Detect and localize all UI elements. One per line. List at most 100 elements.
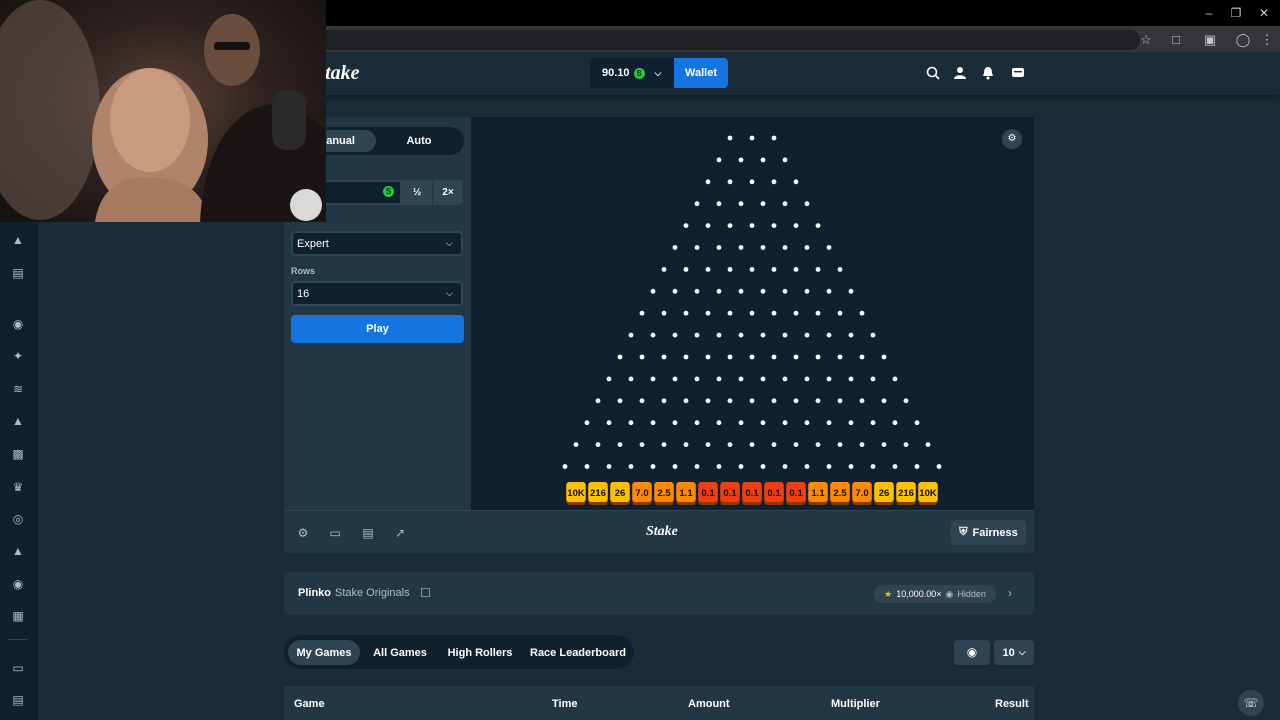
incognito-icon[interactable]: ◉: [954, 640, 990, 665]
risk-select[interactable]: Expert ⌵: [291, 231, 463, 256]
fairness-label: Fairness: [972, 526, 1018, 539]
restore-icon[interactable]: ❐: [1224, 4, 1248, 22]
balance-display[interactable]: 90.10 S ⌵: [590, 58, 674, 88]
chevron-down-icon: ⌵: [446, 288, 453, 298]
peg: [639, 310, 645, 316]
page-size-select[interactable]: 10 ⌵: [994, 640, 1034, 665]
poker-chip-icon[interactable]: ◉: [8, 314, 28, 334]
peg: [705, 310, 711, 316]
address-bar[interactable]: [320, 30, 1140, 50]
peg: [683, 223, 689, 228]
peg: [727, 442, 733, 447]
target-icon[interactable]: ◎: [8, 509, 28, 529]
peg: [749, 442, 755, 447]
slot-icon[interactable]: ▩: [8, 444, 28, 464]
peg: [628, 376, 634, 382]
tab-auto[interactable]: Auto: [378, 130, 460, 152]
crown-icon[interactable]: ♛: [8, 477, 28, 497]
stats-icon[interactable]: ▤: [360, 525, 376, 541]
chat-icon[interactable]: [1008, 63, 1028, 83]
menu-dots-icon[interactable]: ⋮: [1257, 30, 1277, 50]
peg: [727, 179, 733, 185]
peg: [672, 464, 678, 469]
peg: [793, 398, 799, 404]
live-stats-icon[interactable]: ↗: [392, 525, 408, 541]
peg: [837, 354, 843, 360]
chevron-right-icon[interactable]: ›: [1008, 586, 1012, 600]
col-time: Time: [552, 698, 578, 710]
multiplier-slot: 216: [896, 482, 916, 505]
peg: [793, 223, 799, 228]
theatre-mode-icon[interactable]: ▭: [327, 525, 343, 541]
peg: [683, 267, 689, 272]
multiplier-slot: 10K: [918, 482, 938, 505]
close-icon[interactable]: ✕: [1252, 4, 1276, 22]
peg: [936, 464, 942, 469]
star-icon[interactable]: ☆: [1136, 30, 1156, 50]
multiplier-slot: 26: [610, 482, 630, 505]
peg: [837, 442, 843, 447]
support-headset-icon[interactable]: ☏: [1238, 690, 1264, 716]
peg: [617, 398, 623, 404]
user-icon[interactable]: [950, 63, 970, 83]
peg: [870, 376, 876, 382]
peg: [782, 288, 788, 294]
fire-icon[interactable]: ▲: [8, 411, 28, 431]
peg: [749, 267, 755, 272]
peg: [705, 354, 711, 360]
tab-my-games[interactable]: My Games: [288, 640, 360, 665]
minimize-icon[interactable]: –: [1197, 4, 1221, 22]
news-icon[interactable]: ▤: [8, 263, 28, 283]
peg: [628, 332, 634, 338]
multiplier-label: 2.5: [833, 488, 847, 499]
extensions-icon[interactable]: □: [1166, 30, 1186, 50]
peg: [628, 464, 634, 469]
gift-icon[interactable]: ▭: [8, 658, 28, 678]
sound-settings-icon[interactable]: ⚙: [1002, 129, 1022, 149]
max-win-badge[interactable]: ★ 10,000.00× ◉ Hidden: [874, 585, 996, 603]
play-button[interactable]: Play: [291, 315, 464, 343]
peg: [771, 398, 777, 404]
tab-race-leaderboard[interactable]: Race Leaderboard: [530, 640, 626, 665]
peg: [826, 376, 832, 382]
peg: [738, 332, 744, 338]
peg: [639, 354, 645, 360]
peg: [716, 420, 722, 426]
multiplier-slot: 10K: [566, 482, 586, 505]
table-game-icon[interactable]: ◉: [8, 574, 28, 594]
coin-icon: S: [633, 67, 645, 79]
peg: [760, 288, 766, 294]
multiplier-label: 2.5: [657, 488, 671, 499]
hidden-label: Hidden: [957, 589, 986, 599]
tab-high-rollers[interactable]: High Rollers: [446, 640, 514, 665]
sidepanel-icon[interactable]: ▣: [1200, 30, 1220, 50]
trend-icon[interactable]: ≋: [8, 379, 28, 399]
settings-gear-icon[interactable]: ⚙: [295, 525, 311, 541]
multiplier-slot: 1.1: [676, 482, 696, 505]
peg: [683, 310, 689, 316]
bookmark-icon[interactable]: ☐: [420, 586, 431, 600]
live-icon[interactable]: ▲: [8, 541, 28, 561]
peg: [727, 398, 733, 404]
tab-all-games[interactable]: All Games: [366, 640, 434, 665]
peg: [914, 420, 920, 426]
sparkle-icon[interactable]: ✦: [8, 346, 28, 366]
peg: [782, 245, 788, 250]
half-bet-button[interactable]: ½: [402, 180, 432, 205]
peg: [859, 310, 865, 316]
search-icon[interactable]: [923, 63, 943, 83]
notifications-icon[interactable]: [978, 63, 998, 83]
peg: [881, 398, 887, 404]
rows-select[interactable]: 16 ⌵: [291, 281, 463, 306]
flask-icon[interactable]: ▲: [8, 230, 28, 250]
peg: [738, 464, 744, 469]
grid-icon[interactable]: ▦: [8, 606, 28, 626]
multiplier-label: 0.1: [767, 488, 781, 499]
balance-amount: 90.10: [602, 67, 630, 79]
double-bet-button[interactable]: 2×: [433, 180, 463, 205]
peg: [738, 245, 744, 250]
profile-icon[interactable]: ◯: [1233, 30, 1253, 50]
fairness-button[interactable]: ⛨ Fairness: [951, 520, 1026, 545]
document-icon[interactable]: ▤: [8, 690, 28, 710]
wallet-button[interactable]: Wallet: [674, 58, 728, 88]
